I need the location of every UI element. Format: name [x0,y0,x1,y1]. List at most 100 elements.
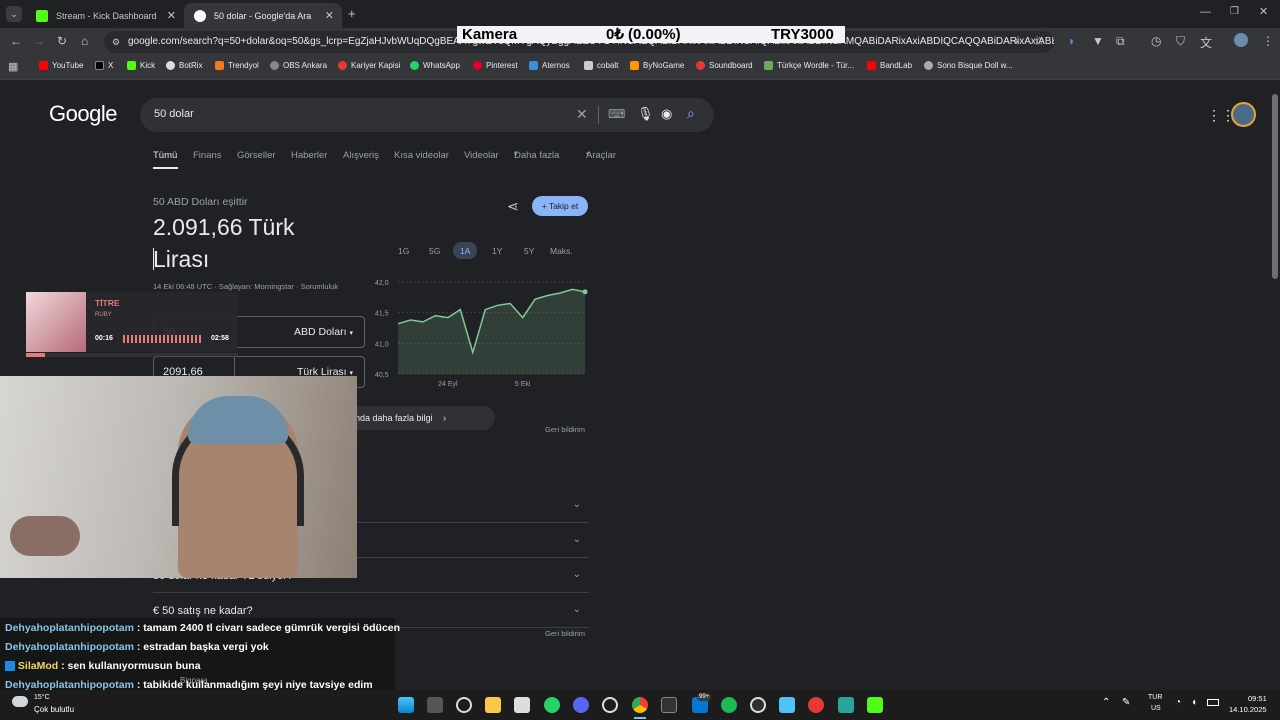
site-info-icon[interactable]: ⚙ [112,31,120,53]
range-1y[interactable]: 1Y [492,246,502,256]
keyboard-icon[interactable]: ⌨ [608,107,625,121]
back-icon[interactable]: ← [10,34,22,48]
account-avatar[interactable] [1231,102,1256,127]
extensions-puzzle-icon[interactable]: ⧉ [1116,34,1125,49]
language-2[interactable]: US [1151,705,1161,712]
tray-chevron-icon[interactable]: ⌃ [1102,697,1110,708]
mic-icon[interactable]: 🎙 [637,106,654,122]
google-logo[interactable]: Google [49,101,117,127]
wifi-icon[interactable]: ◔ [1175,697,1181,708]
bookmark-obs-ankara[interactable]: OBS Ankara [270,61,327,70]
from-currency-select[interactable]: ABD Doları ▾ [294,326,353,338]
new-tab-button[interactable]: + [348,6,356,21]
bookmark-soundboard[interactable]: Soundboard [696,61,753,70]
weather-temp: 15°C [34,694,50,701]
tab-strip: ⌄ Stream - Kick Dashboard ✕ 50 dolar - G… [0,0,1280,28]
bookmark-whatsapp[interactable]: WhatsApp [410,61,460,70]
bookmark-kariyer-kapisi[interactable]: Kariyer Kapisi [338,61,400,70]
more-info-link[interactable]: nda daha fazla bilgi › [343,406,495,430]
close-icon[interactable]: ✕ [325,9,334,22]
start-icon[interactable] [398,697,414,713]
tab-shopping[interactable]: Alışveriş [343,150,379,161]
bookmark-star-icon[interactable]: ☆ [1034,34,1045,48]
file-explorer-icon[interactable] [485,697,501,713]
scrollbar-thumb[interactable] [1272,94,1278,279]
home-icon[interactable]: ⌂ [81,34,88,48]
apps-icon[interactable]: ▦ [8,60,18,73]
forward-icon[interactable]: → [33,34,45,48]
bookmark-sono-bisque[interactable]: Sono Bisque Doll w... [924,61,1013,70]
range-1d[interactable]: 1G [398,246,409,256]
app-green-icon[interactable] [838,697,854,713]
incognito-icon[interactable]: ⛉ [1176,34,1185,49]
kick-taskbar-icon[interactable] [867,697,883,713]
notepad-icon[interactable] [779,697,795,713]
close-window-icon[interactable]: ✕ [1259,5,1268,18]
bookmark-trendyol[interactable]: Trendyol [215,61,259,70]
tab-videos[interactable]: Videolar [464,150,499,161]
bookmark-turkce-wordle[interactable]: Türkçe Wordle - Tür... [764,61,854,70]
lens-icon[interactable]: ◉ [661,106,672,122]
bookmark-youtube[interactable]: YouTube [39,61,83,70]
tab-all[interactable]: Tümü [153,150,177,161]
clear-icon[interactable]: ✕ [576,106,588,123]
history-icon[interactable]: ◷ [1151,34,1161,48]
tab-news[interactable]: Haberler [291,150,327,161]
terminal-icon[interactable] [661,697,677,713]
chrome-icon[interactable] [632,697,648,713]
pen-icon[interactable]: ✎ [1122,697,1130,708]
clock-date[interactable]: 14.10.2025 [1229,705,1267,714]
search-box[interactable]: 50 dolar ✕ ⌨ 🎙 ◉ ⌕ [140,98,714,132]
volume-icon[interactable]: ◖ [1191,697,1197,708]
battery-icon[interactable] [1207,699,1219,706]
range-5y[interactable]: 5Y [524,246,534,256]
tab-google-search[interactable]: 50 dolar - Google'da Ara ✕ [184,3,342,28]
range-1m[interactable]: 1A [460,246,470,256]
filter-icon[interactable]: ▼ [1092,34,1104,48]
store-icon[interactable] [514,697,530,713]
weather-icon[interactable] [12,696,28,707]
obs-taskbar-icon[interactable] [750,697,766,713]
language-1[interactable]: TUR [1148,694,1162,701]
whatsapp-taskbar-icon[interactable] [544,697,560,713]
minimize-icon[interactable]: — [1200,6,1211,18]
tab-images[interactable]: Görseller [237,150,276,161]
tab-finance[interactable]: Finans [193,150,222,161]
search-taskbar-icon[interactable] [456,697,472,713]
menu-icon[interactable]: ⋮ [1262,34,1274,48]
bookmark-aternos[interactable]: Aternos [529,61,570,70]
stream-chat: Dehyahoplatanhipopotam : tamam 2400 tl c… [0,618,400,698]
share-icon[interactable]: ⋖ [507,198,519,215]
app-red-icon[interactable] [808,697,824,713]
tab-search-button[interactable]: ⌄ [6,6,22,22]
translate-icon[interactable]: 文 [1200,34,1212,51]
range-5d[interactable]: 5G [429,246,440,256]
task-view-icon[interactable] [427,697,443,713]
bookmark-bandlab[interactable]: BandLab [867,61,912,70]
bookmark-kick[interactable]: Kick [127,61,155,70]
restore-icon[interactable]: ❐ [1230,6,1239,17]
chatgpt-icon[interactable] [602,697,618,713]
discord-icon[interactable] [573,697,589,713]
faq-feedback-link[interactable]: Geri bildirim [545,629,585,638]
tab-shorts[interactable]: Kısa videolar [394,150,449,161]
feedback-link[interactable]: Geri bildirim [545,425,585,434]
bookmark-cobalt[interactable]: cobalt [584,61,618,70]
bookmark-x[interactable]: X [95,61,113,70]
reload-icon[interactable]: ↻ [57,34,67,48]
close-icon[interactable]: ✕ [167,9,176,22]
bookmark-botrix[interactable]: BotRix [166,61,203,70]
profile-avatar[interactable] [1234,33,1248,47]
bookmark-bynogame[interactable]: ByNoGame [630,61,684,70]
follow-button[interactable]: + Takip et [532,196,588,216]
range-max[interactable]: Maks. [550,246,573,256]
bookmark-pinterest[interactable]: Pinterest [473,61,518,70]
spotify-icon[interactable] [721,697,737,713]
location-icon[interactable]: ⌖ [1013,34,1020,49]
tab-kick-dashboard[interactable]: Stream - Kick Dashboard ✕ [26,3,184,28]
search-icon[interactable]: ⌕ [687,105,695,122]
search-input[interactable]: 50 dolar [154,108,194,120]
clock-time[interactable]: 09:51 [1248,694,1267,703]
scrollbar[interactable] [1272,84,1278,688]
extension-icon[interactable]: ◗ [1068,34,1075,48]
